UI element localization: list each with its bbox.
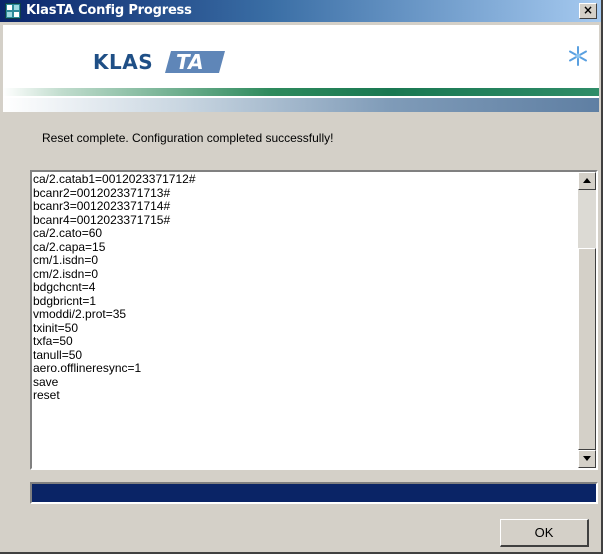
log-line: bdgchcnt=4 <box>33 280 96 294</box>
log-lines: ca/2.catab1=0012023371712# bcanr2=0012023… <box>33 172 577 403</box>
logo-text: KLAS <box>93 50 154 74</box>
log-line: cm/2.isdn=0 <box>33 266 99 281</box>
log-scrollbar[interactable] <box>578 172 596 468</box>
log-line: ca/2.cato=60 <box>33 226 103 240</box>
banner-stripe-blue <box>3 98 599 112</box>
arrow-down-icon <box>583 456 591 461</box>
close-button[interactable]: × <box>579 3 597 19</box>
log-line: bcanr4=0012023371715# <box>33 212 171 227</box>
log-line: reset <box>33 388 60 402</box>
progress-fill <box>32 484 596 502</box>
title-bar[interactable]: KlasTA Config Progress × <box>0 0 601 22</box>
scroll-thumb[interactable] <box>578 248 596 450</box>
log-line: tanull=50 <box>33 347 83 362</box>
log-line: vmoddi/2.prot=35 <box>33 307 127 321</box>
log-line: save <box>33 374 59 389</box>
log-line: bcanr3=0012023371714# <box>33 199 171 213</box>
status-message: Reset complete. Configuration completed … <box>42 131 334 145</box>
snowflake-icon <box>569 46 587 66</box>
banner-stripe-green <box>3 88 599 96</box>
log-output[interactable]: ca/2.catab1=0012023371712# bcanr2=0012023… <box>30 170 598 470</box>
progress-bar <box>30 482 598 504</box>
log-line: txinit=50 <box>33 320 79 335</box>
log-line: bcanr2=0012023371713# <box>33 185 171 200</box>
app-icon <box>5 3 21 19</box>
log-line: ca/2.catab1=0012023371712# <box>33 172 196 186</box>
window-title: KlasTA Config Progress <box>26 3 192 18</box>
scroll-down-button[interactable] <box>578 450 596 468</box>
log-line: aero.offlineresync=1 <box>33 361 142 375</box>
config-progress-window: KlasTA Config Progress × KLAS TA Reset c… <box>0 0 603 554</box>
log-line: ca/2.capa=15 <box>33 239 106 254</box>
log-line: txfa=50 <box>33 334 73 348</box>
logo-mark: TA <box>165 50 225 74</box>
brand-banner: KLAS TA <box>3 25 599 88</box>
logo-mark-text: TA <box>176 50 204 74</box>
scroll-up-button[interactable] <box>578 172 596 190</box>
log-line: bdgbricnt=1 <box>33 293 97 308</box>
scroll-track[interactable] <box>578 190 596 248</box>
arrow-up-icon <box>583 178 591 183</box>
log-line: cm/1.isdn=0 <box>33 253 99 267</box>
ok-button[interactable]: OK <box>500 519 589 547</box>
